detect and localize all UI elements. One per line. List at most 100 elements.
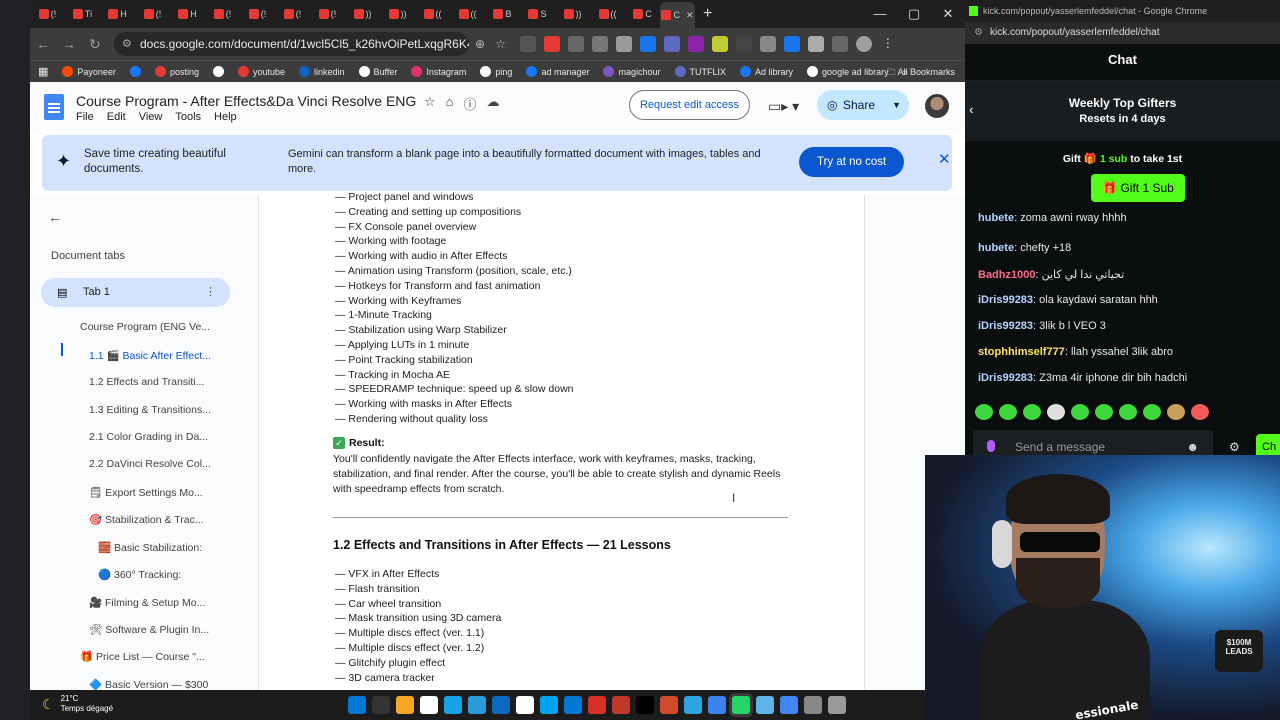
extension-icon[interactable] (759, 36, 776, 52)
extension-icon[interactable] (663, 36, 680, 52)
extension-icon[interactable] (615, 36, 632, 52)
taskbar-app-icon[interactable] (372, 696, 390, 714)
back-arrow-icon[interactable]: ← (48, 209, 62, 225)
apps-icon[interactable]: ▦ (38, 65, 48, 78)
browser-tab[interactable]: (! (205, 3, 240, 25)
bookmark-item[interactable]: youtube (237, 66, 285, 77)
close-icon[interactable]: ✕ (938, 150, 951, 168)
outline-item[interactable]: 🧱 Basic Stabilization: (98, 541, 202, 554)
chat-username[interactable]: Badhz1000 (978, 269, 1035, 281)
chat-username[interactable]: iDris99283 (978, 294, 1033, 306)
taskbar-app-icon[interactable] (540, 696, 558, 714)
outline-item[interactable]: 🗒 Export Settings Mo... (89, 486, 203, 499)
extension-icon[interactable] (567, 36, 584, 52)
emote-icon[interactable] (1047, 404, 1065, 420)
emote-icon[interactable] (1191, 404, 1209, 420)
gift-sub-button[interactable]: 🎁 Gift 1 Sub (1091, 174, 1185, 202)
chat-username[interactable]: iDris99283 (978, 372, 1033, 384)
avatar[interactable] (925, 94, 949, 118)
bookmark-item[interactable]: ad manager (526, 66, 589, 77)
outline-item[interactable]: 1.3 Editing & Transitions... (89, 404, 211, 416)
extension-icon[interactable] (591, 36, 608, 52)
cloud-icon[interactable]: ☁ (487, 94, 500, 113)
browser-tab[interactable]: (! (135, 3, 170, 25)
emote-icon[interactable] (1023, 404, 1041, 420)
outline-item[interactable]: 1.2 Effects and Transiti... (89, 376, 204, 388)
browser-tab[interactable]: S (520, 3, 555, 25)
extensions-puzzle-icon[interactable] (807, 36, 824, 52)
reload-icon[interactable]: ↻ (82, 36, 108, 53)
emote-icon[interactable] (975, 404, 993, 420)
close-window-button[interactable]: ✕ (931, 0, 965, 28)
taskbar-app-icon[interactable] (468, 696, 486, 714)
taskbar-app-icon[interactable] (612, 696, 630, 714)
new-tab-button[interactable]: + (703, 5, 712, 23)
taskbar-app-icon[interactable] (420, 696, 438, 714)
microphone-icon[interactable] (987, 440, 995, 452)
bookmark-item[interactable]: ping (480, 66, 512, 77)
maximize-button[interactable]: ▢ (897, 0, 931, 28)
menu-tools[interactable]: Tools (175, 111, 201, 123)
browser-tab[interactable]: C (625, 3, 660, 25)
address-bar[interactable]: ⚙ docs.google.com/document/d/1wcl5Cl5_k2… (114, 32, 469, 56)
forward-icon[interactable]: → (56, 36, 82, 52)
emote-icon[interactable] (1095, 404, 1113, 420)
site-info-icon[interactable]: ⚙ (122, 32, 132, 56)
bookmark-item[interactable]: Ad library (740, 66, 793, 77)
taskbar-app-icon[interactable] (756, 696, 774, 714)
browser-tab[interactable]: (( (450, 3, 485, 25)
extension-icon[interactable] (735, 36, 752, 52)
sidebar-item-tab-1[interactable]: ▤ Tab 1 ⋮ (41, 278, 230, 307)
taskbar-app-icon[interactable] (588, 696, 606, 714)
browser-tab[interactable]: Ti (65, 3, 100, 25)
back-icon[interactable]: ← (30, 36, 56, 52)
browser-tab[interactable]: H (170, 3, 205, 25)
outline-item[interactable]: 🔷 Basic Version — $300 (89, 678, 208, 690)
request-edit-button[interactable]: Request edit access (629, 90, 751, 120)
outline-item[interactable]: Course Program (ENG Ve... (80, 321, 210, 333)
bookmark-item[interactable]: posting (154, 66, 199, 77)
info-icon[interactable]: ⓘ (464, 94, 477, 113)
extension-icon[interactable] (783, 36, 800, 52)
taskbar-app-icon[interactable] (732, 696, 750, 714)
all-bookmarks[interactable]: 🗀 All Bookmarks (886, 61, 955, 83)
taskbar-app-icon[interactable] (636, 696, 654, 714)
chat-username[interactable]: hubete (978, 242, 1014, 254)
taskbar-app-icon[interactable] (492, 696, 510, 714)
document-title[interactable]: Course Program - After Effects&Da Vinci … (76, 93, 416, 109)
emote-icon[interactable] (999, 404, 1017, 420)
menu-file[interactable]: File (76, 111, 94, 123)
browser-tab[interactable]: (( (590, 3, 625, 25)
share-button[interactable]: ◎ Share ▼ (817, 90, 909, 120)
browser-tab[interactable]: (( (415, 3, 450, 25)
outline-item[interactable]: 1.1 🎬 Basic After Effect... (89, 349, 211, 362)
taskbar-app-icon[interactable] (780, 696, 798, 714)
bookmark-item[interactable]: google ad library (807, 66, 889, 77)
close-tab-icon[interactable]: ✕ (686, 10, 694, 21)
extension-icon[interactable] (543, 36, 560, 52)
taskbar-app-icon[interactable] (804, 696, 822, 714)
outline-item[interactable]: 🛠 Software & Plugin In... (89, 623, 209, 636)
bookmark-item[interactable]: Buffer (358, 66, 397, 77)
docs-logo-icon[interactable] (44, 94, 64, 120)
extension-icon[interactable] (687, 36, 704, 52)
extension-icon[interactable] (711, 36, 728, 52)
emote-icon[interactable] (1143, 404, 1161, 420)
document-page[interactable]: ✓ Result: You'll confidently navigate the… (258, 191, 865, 690)
taskbar-app-icon[interactable] (660, 696, 678, 714)
outline-item[interactable]: 🔵 360° Tracking: (98, 568, 181, 581)
emote-icon[interactable] (1119, 404, 1137, 420)
extension-icon[interactable] (519, 36, 536, 52)
chevron-down-icon[interactable]: ▼ (892, 90, 901, 120)
windows-start-icon[interactable] (348, 696, 366, 714)
bookmark-item[interactable]: TUTFLIX (674, 66, 726, 77)
weather-widget[interactable]: ☾ 21°C Temps dégagé (42, 694, 113, 714)
browser-tab[interactable]: (! (240, 3, 275, 25)
bookmark-item[interactable]: magichour (603, 66, 661, 77)
chat-address-bar[interactable]: ⚙ kick.com/popout/yasserlemfeddel/chat (965, 22, 1280, 44)
minimize-button[interactable]: — (863, 0, 897, 28)
chat-username[interactable]: stophhimself777 (978, 346, 1065, 358)
bookmark-item[interactable] (212, 66, 224, 77)
chat-username[interactable]: iDris99283 (978, 320, 1033, 332)
taskbar-app-icon[interactable] (564, 696, 582, 714)
